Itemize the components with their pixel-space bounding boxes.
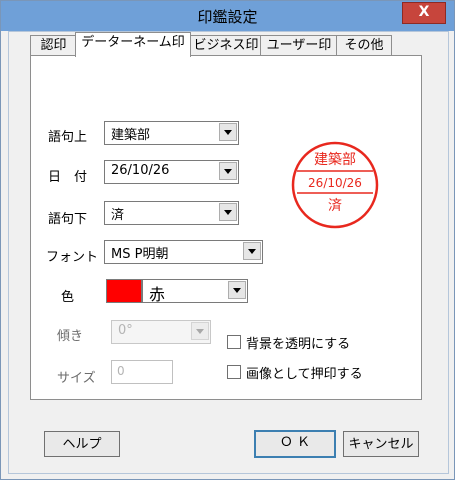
transparent-bg-label[interactable]: 背景を透明にする: [246, 333, 350, 352]
tilt-value: 0°: [118, 323, 133, 338]
tab-mitomein[interactable]: 認印: [30, 35, 77, 55]
tilt-combo[interactable]: 0°: [111, 320, 211, 344]
help-button[interactable]: ヘルプ: [44, 431, 120, 457]
transparent-bg-checkbox[interactable]: [227, 335, 241, 349]
font-combo[interactable]: MS P明朝: [104, 240, 263, 264]
lower-text-combo[interactable]: 済: [104, 201, 239, 225]
chevron-down-icon[interactable]: [228, 281, 246, 299]
cancel-button[interactable]: キャンセル: [343, 431, 419, 457]
tab-other[interactable]: その他: [336, 35, 392, 55]
color-swatch[interactable]: [106, 279, 142, 303]
window-title: 印鑑設定: [197, 8, 258, 26]
tilt-label: 傾き: [57, 329, 84, 344]
stamp-top-text: 建築部: [314, 152, 356, 168]
close-icon: X: [418, 4, 430, 20]
tab-user[interactable]: ユーザー印: [260, 35, 338, 55]
stamp-preview: 建築部 26/10/26 済: [291, 141, 379, 229]
date-label: 日 付: [48, 170, 88, 185]
stamp-as-image-checkbox[interactable]: [227, 365, 241, 379]
color-value: 赤: [149, 285, 166, 304]
lower-text-value: 済: [111, 208, 125, 223]
stamp-bottom-text: 済: [328, 198, 342, 214]
upper-text-combo[interactable]: 建築部: [104, 121, 239, 145]
color-label: 色: [61, 290, 75, 305]
size-label: サイズ: [57, 371, 96, 386]
tab-business[interactable]: ビジネス印: [190, 35, 262, 55]
color-combo[interactable]: 赤: [142, 279, 248, 304]
upper-text-value: 建築部: [111, 128, 151, 143]
tab-dataname[interactable]: データーネーム印: [75, 32, 191, 57]
lower-text-label: 語句下: [48, 212, 88, 227]
size-input[interactable]: 0: [111, 360, 173, 384]
chevron-down-icon[interactable]: [243, 242, 261, 260]
upper-text-label: 語句上: [48, 130, 88, 145]
stamp-middle-text: 26/10/26: [308, 176, 362, 190]
date-value: 26/10/26: [111, 163, 170, 178]
ok-button[interactable]: Ｏ Ｋ: [254, 430, 336, 458]
size-value: 0: [117, 364, 125, 378]
title-bar: 印鑑設定 X: [1, 1, 454, 31]
chevron-down-icon[interactable]: [219, 203, 237, 221]
chevron-down-icon[interactable]: [219, 162, 237, 180]
stamp-as-image-label[interactable]: 画像として押印する: [246, 363, 363, 382]
chevron-down-icon[interactable]: [191, 322, 209, 340]
font-label: フォント: [46, 250, 99, 265]
close-button[interactable]: X: [402, 2, 446, 24]
chevron-down-icon[interactable]: [219, 123, 237, 141]
font-value: MS P明朝: [111, 247, 169, 262]
date-combo[interactable]: 26/10/26: [104, 160, 239, 184]
